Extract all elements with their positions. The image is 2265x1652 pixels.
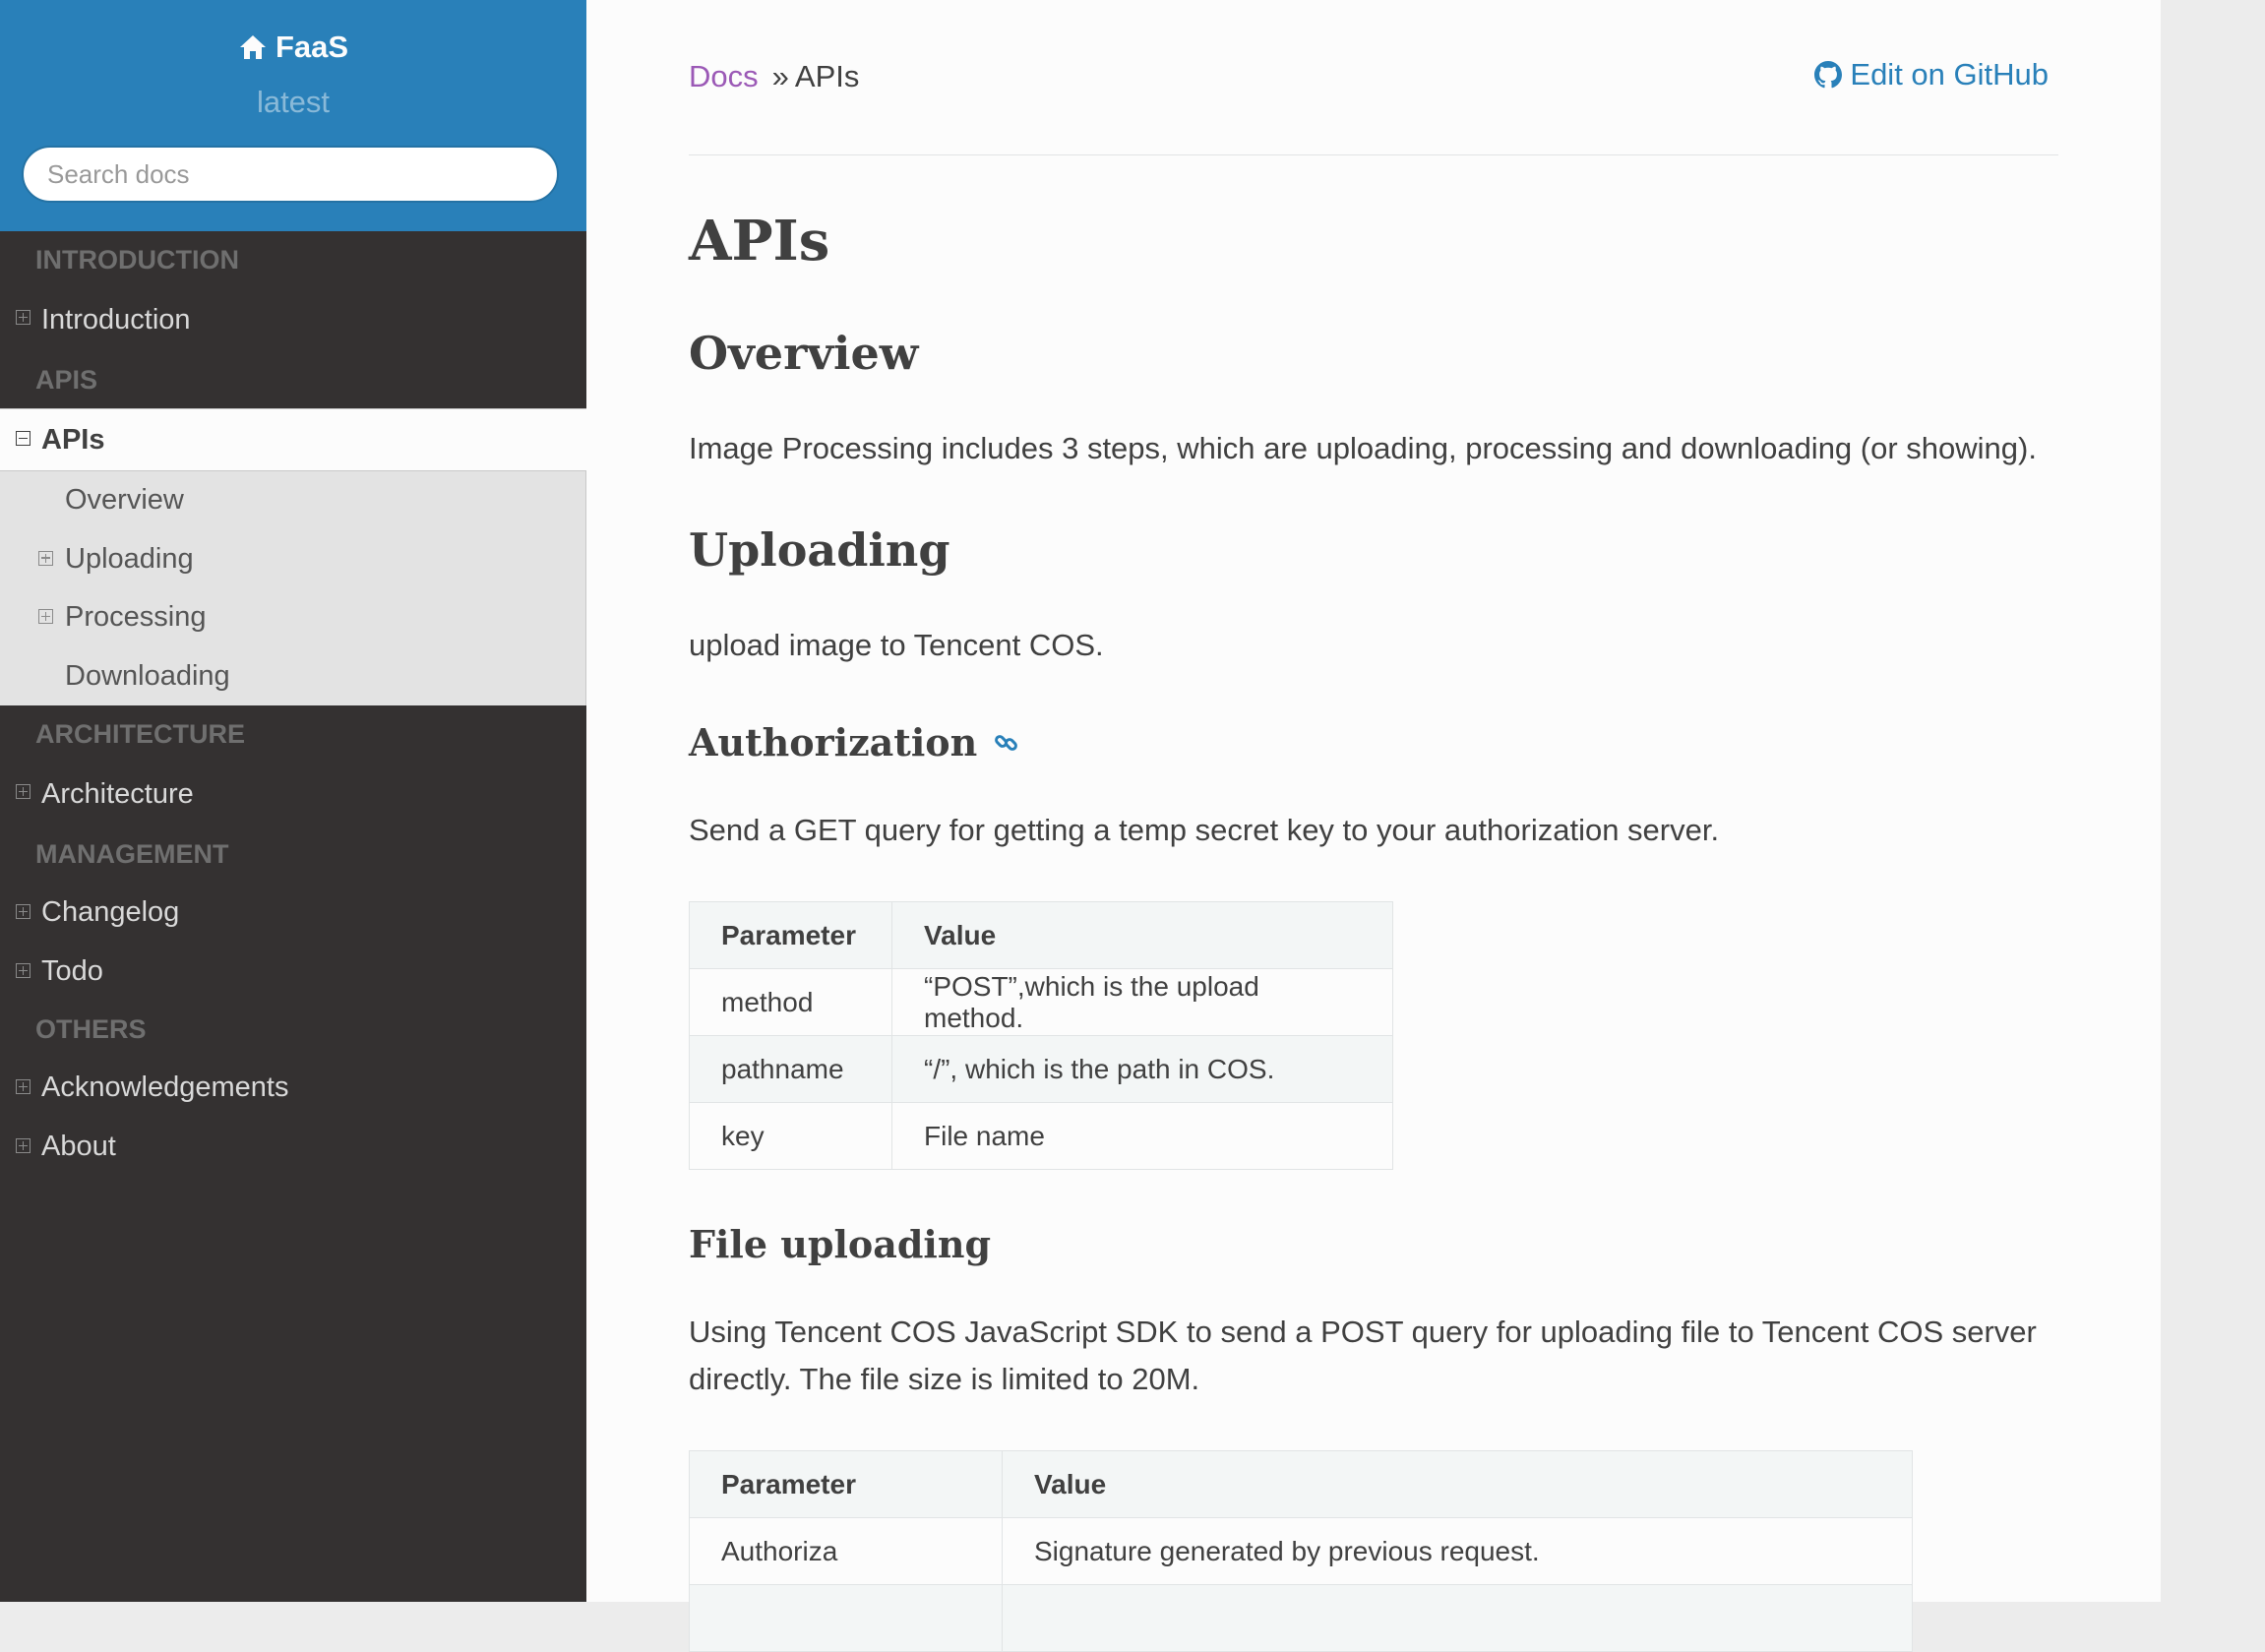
breadcrumb-current: APIs (794, 59, 860, 93)
table-cell: method (689, 968, 892, 1036)
project-name: FaaS (275, 30, 349, 64)
sidebar-item-label: Downloading (65, 659, 230, 692)
collapse-icon[interactable] (16, 431, 31, 446)
sidebar-item-architecture[interactable]: Architecture (0, 763, 586, 826)
sidebar: FaaS latest INTRODUCTION Introduction AP… (0, 0, 586, 1602)
sidebar-item-label: Processing (65, 601, 207, 633)
uploading-text: upload image to Tencent COS. (689, 628, 1104, 662)
edit-on-github-label: Edit on GitHub (1850, 57, 2049, 92)
breadcrumb: Docs » APIs (689, 59, 859, 94)
expand-icon[interactable] (16, 1138, 31, 1153)
page-title: APIs (689, 209, 830, 274)
sidebar-subitem-downloading[interactable]: Downloading (0, 647, 585, 706)
sidebar-item-label: Uploading (65, 542, 194, 575)
sidebar-header: FaaS latest (0, 0, 586, 231)
sidebar-subitem-overview[interactable]: Overview (0, 471, 585, 530)
github-icon (1814, 61, 1843, 89)
table-header-row: Parameter Value (689, 901, 1393, 969)
expand-icon[interactable] (16, 1079, 31, 1094)
table-header: Value (1002, 1450, 1913, 1518)
section-heading-file-uploading: File uploading (689, 1222, 992, 1266)
sidebar-item-acknowledgements[interactable]: Acknowledgements (0, 1058, 586, 1117)
expand-icon[interactable] (38, 550, 53, 566)
table-header: Value (891, 901, 1393, 969)
table-row: key File name (689, 1102, 1393, 1170)
sidebar-item-label: Todo (41, 955, 103, 987)
main-content: Docs» APIs Edit on GitHub APIs Overview I… (586, 0, 2161, 1652)
breadcrumb-docs-link[interactable]: Docs (689, 59, 759, 93)
page-background (2161, 0, 2265, 1602)
expand-icon[interactable] (16, 904, 31, 919)
table-cell (689, 1584, 1003, 1652)
project-link[interactable]: FaaS (0, 30, 586, 65)
version-label: latest (256, 85, 331, 119)
authorization-params-table: Parameter Value method “POST”,which is t… (689, 901, 1393, 1170)
authorization-text: Send a GET query for getting a temp secr… (689, 813, 1720, 847)
sidebar-item-label: Acknowledgements (41, 1071, 289, 1103)
sidebar-item-introduction[interactable]: Introduction (0, 288, 586, 351)
sidebar-item-label: APIs (41, 424, 105, 456)
nav-caption-others: OTHERS (35, 1014, 147, 1044)
sidebar-item-label: About (41, 1131, 116, 1162)
expand-icon[interactable] (16, 784, 31, 799)
table-cell: pathname (689, 1035, 892, 1103)
divider (689, 154, 2058, 155)
table-row (689, 1584, 1913, 1652)
home-icon (239, 35, 266, 59)
file-upload-params-table: Parameter Value Authoriza Signature gene… (689, 1450, 1913, 1652)
table-cell (1002, 1584, 1913, 1652)
table-cell: key (689, 1102, 892, 1170)
search-input[interactable] (22, 146, 559, 203)
sidebar-item-label: Introduction (41, 304, 191, 336)
expand-icon[interactable] (38, 609, 53, 624)
table-row: pathname “/”, which is the path in COS. (689, 1035, 1393, 1103)
table-header: Parameter (689, 1450, 1003, 1518)
nav-caption-management: MANAGEMENT (35, 839, 229, 869)
sidebar-nav: INTRODUCTION Introduction APIS APIs Over… (0, 231, 586, 1176)
sidebar-item-todo[interactable]: Todo (0, 942, 586, 1001)
overview-text: Image Processing includes 3 steps, which… (689, 431, 2037, 465)
section-heading-overview: Overview (689, 327, 919, 380)
heading-text: Authorization (689, 720, 978, 765)
section-heading-authorization: Authorization (689, 720, 1020, 765)
link-icon[interactable] (993, 729, 1020, 757)
expand-icon[interactable] (16, 963, 31, 978)
sidebar-item-label: Changelog (41, 896, 180, 928)
table-header-row: Parameter Value (689, 1450, 1913, 1518)
sidebar-item-apis[interactable]: APIs (0, 408, 586, 471)
table-row: Authoriza Signature generated by previou… (689, 1517, 1913, 1585)
edit-on-github-link[interactable]: Edit on GitHub (1814, 57, 2049, 92)
sidebar-item-about[interactable]: About (0, 1117, 586, 1176)
nav-caption-architecture: ARCHITECTURE (35, 719, 245, 749)
expand-icon[interactable] (16, 310, 31, 325)
table-cell: Signature generated by previous request. (1002, 1517, 1913, 1585)
table-cell: “/”, which is the path in COS. (891, 1035, 1393, 1103)
table-row: method “POST”,which is the upload method… (689, 968, 1393, 1036)
table-cell: “POST”,which is the upload method. (891, 968, 1393, 1036)
sidebar-subitem-processing[interactable]: Processing (0, 588, 585, 647)
table-header: Parameter (689, 901, 892, 969)
sidebar-item-label: Architecture (41, 778, 194, 810)
sidebar-item-label: Overview (65, 484, 184, 516)
table-cell: File name (891, 1102, 1393, 1170)
section-heading-uploading: Uploading (689, 523, 950, 577)
file-uploading-text: Using Tencent COS JavaScript SDK to send… (689, 1315, 2037, 1396)
sidebar-subnav-apis: Overview Uploading Processing Downloadin… (0, 471, 586, 705)
sidebar-item-changelog[interactable]: Changelog (0, 883, 586, 942)
sidebar-subitem-uploading[interactable]: Uploading (0, 530, 585, 589)
table-cell: Authoriza (689, 1517, 1003, 1585)
nav-caption-apis: APIS (35, 365, 98, 395)
nav-caption-introduction: INTRODUCTION (35, 245, 239, 275)
breadcrumb-separator: » (771, 59, 789, 93)
